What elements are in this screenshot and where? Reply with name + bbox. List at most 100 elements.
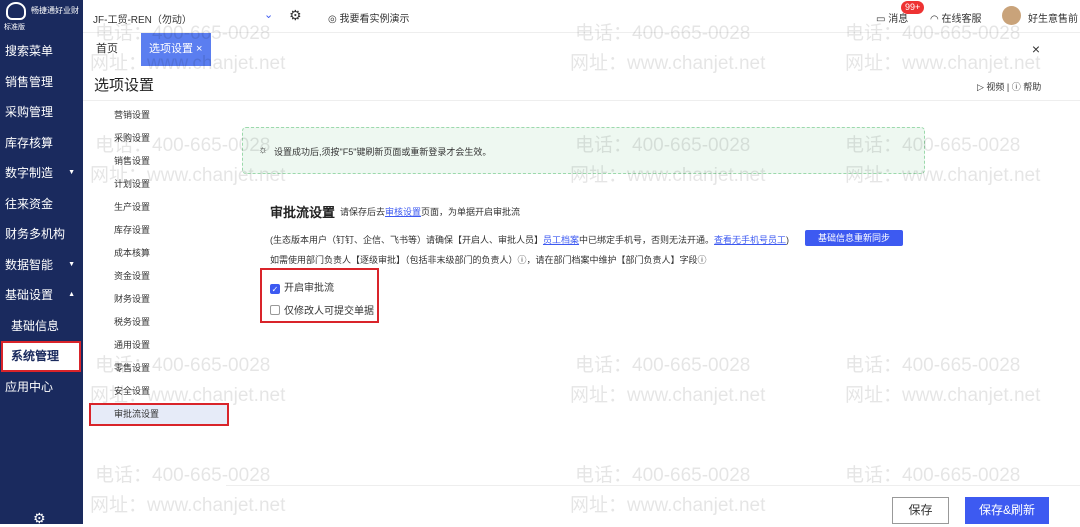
user-name[interactable]: 好生意售前 xyxy=(1028,10,1078,25)
settings-item-tax[interactable]: 税务设置 xyxy=(89,311,229,334)
sidebar-item-label: 系统管理 xyxy=(11,349,60,363)
checkbox-label: 仅修改人可提交单据 xyxy=(284,306,374,317)
no-phone-employees-link[interactable]: 查看无手机号员工 xyxy=(714,235,786,245)
tab-home[interactable]: 首页 xyxy=(88,33,126,66)
demo-link[interactable]: ◎ 我要看实例演示 xyxy=(328,10,410,25)
watermark-site: 网址：www.chanjet.net xyxy=(570,385,766,406)
sidebar-item-purchase[interactable]: 采购管理 xyxy=(0,97,83,128)
settings-item-approval-flow[interactable]: 审批流设置 xyxy=(89,403,229,426)
sidebar-item-label: 往来资金 xyxy=(5,196,54,211)
demo-label: 我要看实例演示 xyxy=(339,14,410,25)
notice-text: 设置成功后,须按"F5"键刷新页面或重新登录才会生效。 xyxy=(274,147,492,157)
settings-item-retail[interactable]: 零售设置 xyxy=(89,357,229,380)
settings-item-security[interactable]: 安全设置 xyxy=(89,380,229,403)
sidebar-item-label: 搜索菜单 xyxy=(5,44,54,58)
sidebar-item-search-menu[interactable]: 搜索菜单 xyxy=(0,36,83,67)
chevron-down-icon[interactable]: ⌄ xyxy=(264,8,273,21)
tab-bar: 首页 选项设置 × × xyxy=(83,33,1080,66)
gear-icon[interactable]: ⚙ xyxy=(289,7,302,24)
online-service-button[interactable]: ◠ 在线客服 xyxy=(930,10,982,25)
resync-basic-info-button[interactable]: 基础信息重新同步 xyxy=(805,230,903,246)
sidebar: 畅捷通好业财 标准版 搜索菜单 销售管理 采购管理 库存核算 数字制造 ▼ 往来资… xyxy=(0,0,83,527)
avatar[interactable] xyxy=(1002,6,1021,25)
watermark-site: 网址：www.chanjet.net xyxy=(845,385,1041,406)
watermark-phone: 电话：400-665-0028 xyxy=(95,465,271,486)
settings-item-production[interactable]: 生产设置 xyxy=(89,196,229,219)
help-links[interactable]: ▷ 视频 | ⓘ 帮助 xyxy=(977,80,1041,93)
logo-icon xyxy=(6,2,26,20)
watermark-phone: 电话：400-665-0028 xyxy=(845,355,1021,376)
settings-item-marketing[interactable]: 营销设置 xyxy=(89,104,229,127)
audit-settings-link[interactable]: 审核设置 xyxy=(385,207,421,217)
messages-badge: 99+ xyxy=(901,1,925,14)
lightbulb-icon: ☼ xyxy=(258,144,269,156)
brand-name: 畅捷通好业财 xyxy=(31,6,79,15)
checkbox-unchecked-icon[interactable] xyxy=(270,305,280,315)
sidebar-item-label: 库存核算 xyxy=(5,135,54,150)
page-title: 选项设置 xyxy=(94,77,155,94)
play-icon: ▷ xyxy=(977,82,987,92)
settings-item-purchase[interactable]: 采购设置 xyxy=(89,127,229,150)
chevron-down-icon: ▼ xyxy=(68,169,75,176)
sidebar-item-app-center[interactable]: 应用中心 xyxy=(0,372,83,403)
sidebar-item-inventory[interactable]: 库存核算 xyxy=(0,128,83,159)
save-button[interactable]: 保存 xyxy=(892,497,949,524)
sidebar-item-label: 应用中心 xyxy=(5,379,54,394)
sidebar-item-basic-settings[interactable]: 基础设置 ▲ xyxy=(0,280,83,311)
ecosystem-note: (生态版本用户（钉钉、企信、飞书等）请确保【开启人、审批人员】员工档案中已绑定手… xyxy=(270,233,789,246)
watermark-phone: 电话：400-665-0028 xyxy=(845,465,1021,486)
sidebar-item-label: 销售管理 xyxy=(5,74,54,89)
sidebar-item-funds[interactable]: 往来资金 xyxy=(0,189,83,220)
department-note: 如需使用部门负责人【逐级审批】（包括非末级部门的负责人）ⓘ，请在部门档案中维护【… xyxy=(270,255,707,265)
settings-menu: 营销设置 采购设置 销售设置 计划设置 生产设置 库存设置 成本核算 资金设置 … xyxy=(89,104,229,426)
gear-icon[interactable]: ⚙ xyxy=(33,510,46,527)
note-text: 中已绑定手机号，否则无法开通。 xyxy=(579,235,715,245)
divider xyxy=(83,100,1080,101)
settings-item-finance[interactable]: 财务设置 xyxy=(89,288,229,311)
sidebar-item-label: 数字制造 xyxy=(5,166,54,180)
sidebar-item-label: 基础设置 xyxy=(5,288,54,302)
chevron-up-icon: ▲ xyxy=(68,291,75,298)
logo: 畅捷通好业财 标准版 xyxy=(4,2,82,32)
note-text: (生态版本用户（钉钉、企信、飞书等）请确保【开启人、审批人员】 xyxy=(270,235,543,245)
settings-item-funds[interactable]: 资金设置 xyxy=(89,265,229,288)
headset-icon: ◠ xyxy=(930,14,942,25)
settings-item-costing[interactable]: 成本核算 xyxy=(89,242,229,265)
sidebar-item-system-management[interactable]: 系统管理 xyxy=(1,341,81,372)
top-bar: JF-工贸-REN（勿动） ⌄ ⚙ ◎ 我要看实例演示 ▭ 消息 99+ ◠ 在… xyxy=(83,0,1080,33)
desc-text: 请保存后去 xyxy=(340,207,386,217)
watermark-phone: 电话：400-665-0028 xyxy=(575,465,751,486)
settings-item-inventory[interactable]: 库存设置 xyxy=(89,219,229,242)
sidebar-item-label: 基础信息 xyxy=(11,318,60,333)
checkbox-label: 开启审批流 xyxy=(284,283,334,294)
chevron-down-icon: ▼ xyxy=(68,260,75,268)
sidebar-item-manufacturing[interactable]: 数字制造 ▼ xyxy=(0,158,83,189)
save-refresh-button[interactable]: 保存&刷新 xyxy=(965,497,1049,524)
message-icon: ▭ xyxy=(876,14,889,25)
tab-options-settings[interactable]: 选项设置 × xyxy=(141,33,211,66)
note-text: ) xyxy=(786,235,790,245)
settings-item-plan[interactable]: 计划设置 xyxy=(89,173,229,196)
sidebar-item-sales[interactable]: 销售管理 xyxy=(0,67,83,98)
sidebar-item-basic-info[interactable]: 基础信息 xyxy=(0,311,83,342)
settings-item-sales[interactable]: 销售设置 xyxy=(89,150,229,173)
checkbox-checked-icon[interactable]: ✓ xyxy=(270,284,280,294)
sidebar-item-label: 财务多机构 xyxy=(5,227,66,241)
close-icon[interactable]: × xyxy=(1032,33,1040,66)
service-label: 在线客服 xyxy=(941,14,982,25)
enable-approval-checkbox[interactable]: ✓ 开启审批流 xyxy=(270,279,334,294)
sidebar-item-label: 数据智能 xyxy=(5,257,54,272)
bottom-action-bar xyxy=(226,485,1080,524)
desc-text: 页面，为单据开启审批流 xyxy=(421,207,521,217)
watermark-phone: 电话：400-665-0028 xyxy=(575,355,751,376)
section-title: 审批流设置 xyxy=(270,205,336,220)
employee-archive-link[interactable]: 员工档案 xyxy=(543,235,579,245)
sidebar-item-multi-org[interactable]: 财务多机构 xyxy=(0,219,83,250)
main-nav: 搜索菜单 销售管理 采购管理 库存核算 数字制造 ▼ 往来资金 财务多机构 数据智… xyxy=(0,36,83,402)
eye-icon: ◎ xyxy=(328,14,340,25)
sidebar-item-data-intelligence[interactable]: 数据智能 ▼ xyxy=(0,250,83,281)
notice-banner: ☼ 设置成功后,须按"F5"键刷新页面或重新登录才会生效。 xyxy=(242,127,925,174)
company-selector[interactable]: JF-工贸-REN（勿动） xyxy=(93,11,192,26)
modifier-only-submit-checkbox[interactable]: 仅修改人可提交单据 xyxy=(270,302,374,317)
settings-item-general[interactable]: 通用设置 xyxy=(89,334,229,357)
